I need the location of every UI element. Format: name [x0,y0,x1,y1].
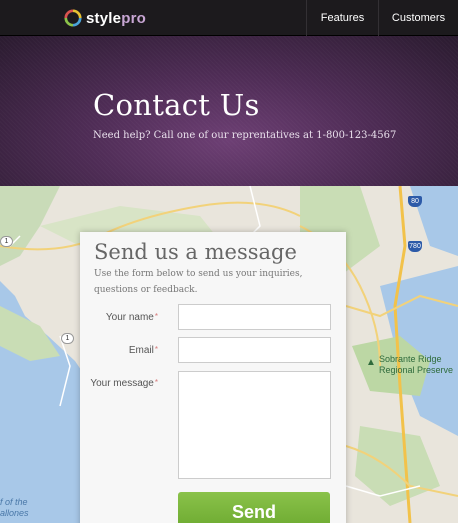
email-field[interactable] [178,337,331,363]
park-pin-icon: ▲ [366,357,376,368]
route-1-badge: 1 [61,333,74,344]
main-nav: Features Customers [306,0,458,36]
map-label-park: Sobrante Ridge Regional Preserve [379,354,454,375]
form-intro: Use the form below to send us your inqui… [94,269,303,295]
swirl-logo-icon [64,9,82,27]
interstate-80-shield: 80 [408,196,422,207]
hero-banner: Contact Us Need help? Call one of our re… [0,36,458,186]
hero-subtitle: Need help? Call one of our reprentatives… [93,130,397,141]
email-label: Email* [128,345,158,356]
name-field[interactable] [178,304,331,330]
nav-item-features[interactable]: Features [306,0,378,36]
send-button[interactable]: Send [178,492,330,523]
form-heading: Send us a message [94,240,297,264]
message-field[interactable] [178,371,331,479]
map-label-ocean: f of the allones [0,497,29,518]
name-label: Your name* [105,312,158,323]
interstate-780-shield: 780 [408,241,422,252]
brand-name: stylepro [86,9,146,27]
nav-item-customers[interactable]: Customers [378,0,458,36]
page-title: Contact Us [93,88,260,122]
top-navbar: stylepro Features Customers [0,0,458,36]
contact-form-card: Send us a message Use the form below to … [80,232,346,523]
message-label: Your message* [90,378,158,389]
brand-logo[interactable]: stylepro [64,6,146,30]
route-1-badge: 1 [0,236,13,247]
